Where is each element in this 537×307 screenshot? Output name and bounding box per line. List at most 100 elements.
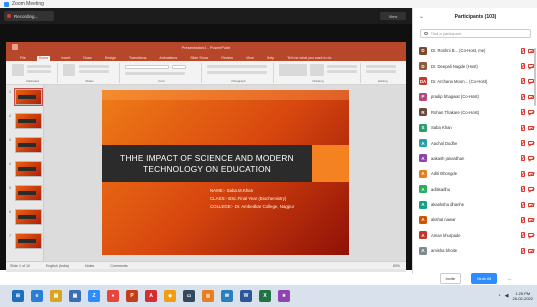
- avatar: A: [419, 185, 427, 194]
- volume-icon[interactable]: ◀: [505, 293, 509, 299]
- taskbar-app-icon[interactable]: ◎: [202, 290, 214, 302]
- participant-name: Dr. Archana Moon... (Co-Host): [431, 78, 488, 84]
- clock[interactable]: 1:25 PM 26-02-2022: [513, 291, 533, 301]
- shape-outline-icon[interactable]: [327, 70, 357, 73]
- taskbar-app-icon[interactable]: e: [31, 290, 43, 302]
- network-icon[interactable]: ◔: [498, 293, 501, 299]
- participant-row[interactable]: Ppradip bhagwat (Co-Host): [413, 89, 537, 104]
- slide-title-band: THHE IMPACT OF SCIENCE AND MODERN TECHNO…: [102, 145, 312, 182]
- video-off-icon[interactable]: [528, 110, 534, 115]
- participant-search[interactable]: [420, 29, 531, 38]
- participant-row[interactable]: Aaakash janardhan: [413, 151, 537, 166]
- list-buttons[interactable]: [207, 65, 267, 68]
- slide-thumbnail[interactable]: 5: [9, 185, 42, 201]
- mic-muted-icon[interactable]: [520, 186, 525, 193]
- video-off-icon[interactable]: [528, 125, 534, 130]
- save-icon[interactable]: [12, 44, 18, 50]
- mic-muted-icon[interactable]: [520, 201, 525, 208]
- mic-muted-icon[interactable]: [520, 47, 525, 54]
- slide-thumbnail[interactable]: 6: [9, 209, 42, 225]
- taskbar-app-icon[interactable]: Z: [88, 290, 100, 302]
- shapes-gallery[interactable]: [279, 64, 307, 76]
- taskbar-app-icon[interactable]: W: [240, 290, 252, 302]
- cut-icon[interactable]: [27, 65, 51, 68]
- participant-row[interactable]: DA Dr. Archana Moon... (Co-Host): [413, 74, 537, 89]
- ribbon-group-label: Paragraph: [231, 79, 246, 83]
- participant-row[interactable]: Aakshal nawar: [413, 212, 537, 227]
- find-icon[interactable]: [366, 65, 396, 68]
- collapse-chevron-icon[interactable]: ⌄: [419, 13, 424, 20]
- paste-icon[interactable]: [12, 64, 24, 76]
- slide-number: 6: [9, 210, 11, 214]
- video-off-icon[interactable]: [528, 233, 534, 238]
- invite-button[interactable]: Invite: [439, 273, 462, 284]
- slide-thumbnail[interactable]: 7: [9, 233, 42, 249]
- mic-muted-icon[interactable]: [520, 155, 525, 162]
- participant-row[interactable]: Aamisha bhoite: [413, 243, 537, 258]
- video-off-icon[interactable]: [528, 171, 534, 176]
- taskbar-app-icon[interactable]: ▣: [69, 290, 81, 302]
- zoom-level[interactable]: 83%: [393, 264, 400, 268]
- language-indicator[interactable]: English (India): [46, 264, 69, 268]
- replace-icon[interactable]: [366, 70, 396, 73]
- new-slide-icon[interactable]: [63, 64, 75, 76]
- font-size-select[interactable]: [172, 65, 186, 69]
- taskbar-app-icon[interactable]: X: [259, 290, 271, 302]
- align-buttons[interactable]: [207, 71, 267, 74]
- slide-thumbnail[interactable]: 1: [9, 88, 43, 106]
- taskbar-app-icon[interactable]: ▤: [50, 290, 62, 302]
- taskbar-app-icon[interactable]: ▭: [183, 290, 195, 302]
- notes-button[interactable]: Notes: [85, 264, 94, 268]
- slide-thumbnail[interactable]: 4: [9, 161, 42, 177]
- mic-muted-icon[interactable]: [520, 216, 525, 223]
- participant-row[interactable]: A Aman khurpade: [413, 228, 537, 243]
- taskbar-app-icon[interactable]: P: [126, 290, 138, 302]
- video-off-icon[interactable]: [528, 141, 534, 146]
- video-off-icon[interactable]: [528, 202, 534, 207]
- mic-muted-icon[interactable]: [520, 247, 525, 254]
- layout-icon[interactable]: [79, 65, 109, 68]
- participant-row[interactable]: S Saba Khan: [413, 120, 537, 135]
- participant-row[interactable]: R Rohan Thakare (Co-Host): [413, 105, 537, 120]
- video-off-icon[interactable]: [528, 187, 534, 192]
- mute-all-button[interactable]: Mute All: [471, 273, 498, 284]
- participant-row[interactable]: A Aditi Bhongde: [413, 166, 537, 181]
- participant-row[interactable]: Aaditisadhu: [413, 182, 537, 197]
- taskbar-app-icon[interactable]: ⊞: [12, 290, 24, 302]
- mic-muted-icon[interactable]: [520, 109, 525, 116]
- mic-muted-icon[interactable]: [520, 78, 525, 85]
- font-family-select[interactable]: [125, 65, 169, 69]
- font-style-buttons[interactable]: [125, 72, 185, 75]
- video-off-icon[interactable]: [528, 217, 534, 222]
- participant-list-scrollbar[interactable]: [534, 48, 536, 106]
- taskbar-app-icon[interactable]: ★: [278, 290, 290, 302]
- mic-muted-icon[interactable]: [520, 232, 525, 239]
- reset-icon[interactable]: [79, 70, 109, 73]
- taskbar-app-icon[interactable]: A: [145, 290, 157, 302]
- arrange-icon[interactable]: [310, 64, 324, 76]
- participant-row[interactable]: Aakanksha dhanhe: [413, 197, 537, 212]
- mic-muted-icon[interactable]: [520, 124, 525, 131]
- view-button[interactable]: View: [380, 12, 406, 20]
- video-off-icon[interactable]: [528, 248, 534, 253]
- more-options-button[interactable]: ...: [507, 276, 511, 282]
- participant-row[interactable]: D Dr. Roshni B... (Co-Host, me): [413, 43, 537, 58]
- mic-muted-icon[interactable]: [520, 93, 525, 100]
- recording-indicator[interactable]: Recording...: [4, 11, 54, 21]
- mic-muted-icon[interactable]: [520, 140, 525, 147]
- video-off-icon[interactable]: [528, 156, 534, 161]
- shape-fill-icon[interactable]: [327, 65, 357, 68]
- mic-muted-icon[interactable]: [520, 170, 525, 177]
- participant-row[interactable]: A Aachal Dudhe: [413, 135, 537, 150]
- slide[interactable]: THHE IMPACT OF SCIENCE AND MODERN TECHNO…: [102, 90, 349, 255]
- copy-icon[interactable]: [27, 70, 51, 73]
- slide-thumbnail[interactable]: 3: [9, 137, 42, 153]
- participant-search-input[interactable]: [430, 31, 530, 36]
- taskbar-app-icon[interactable]: ◆: [164, 290, 176, 302]
- participant-row[interactable]: D Dr. Deepali Nagde (Host): [413, 58, 537, 73]
- mic-muted-icon[interactable]: [520, 63, 525, 70]
- slide-thumbnail[interactable]: 2: [9, 113, 42, 129]
- comments-button[interactable]: Comments: [110, 264, 127, 268]
- taskbar-app-icon[interactable]: ●: [107, 290, 119, 302]
- taskbar-app-icon[interactable]: ✉: [221, 290, 233, 302]
